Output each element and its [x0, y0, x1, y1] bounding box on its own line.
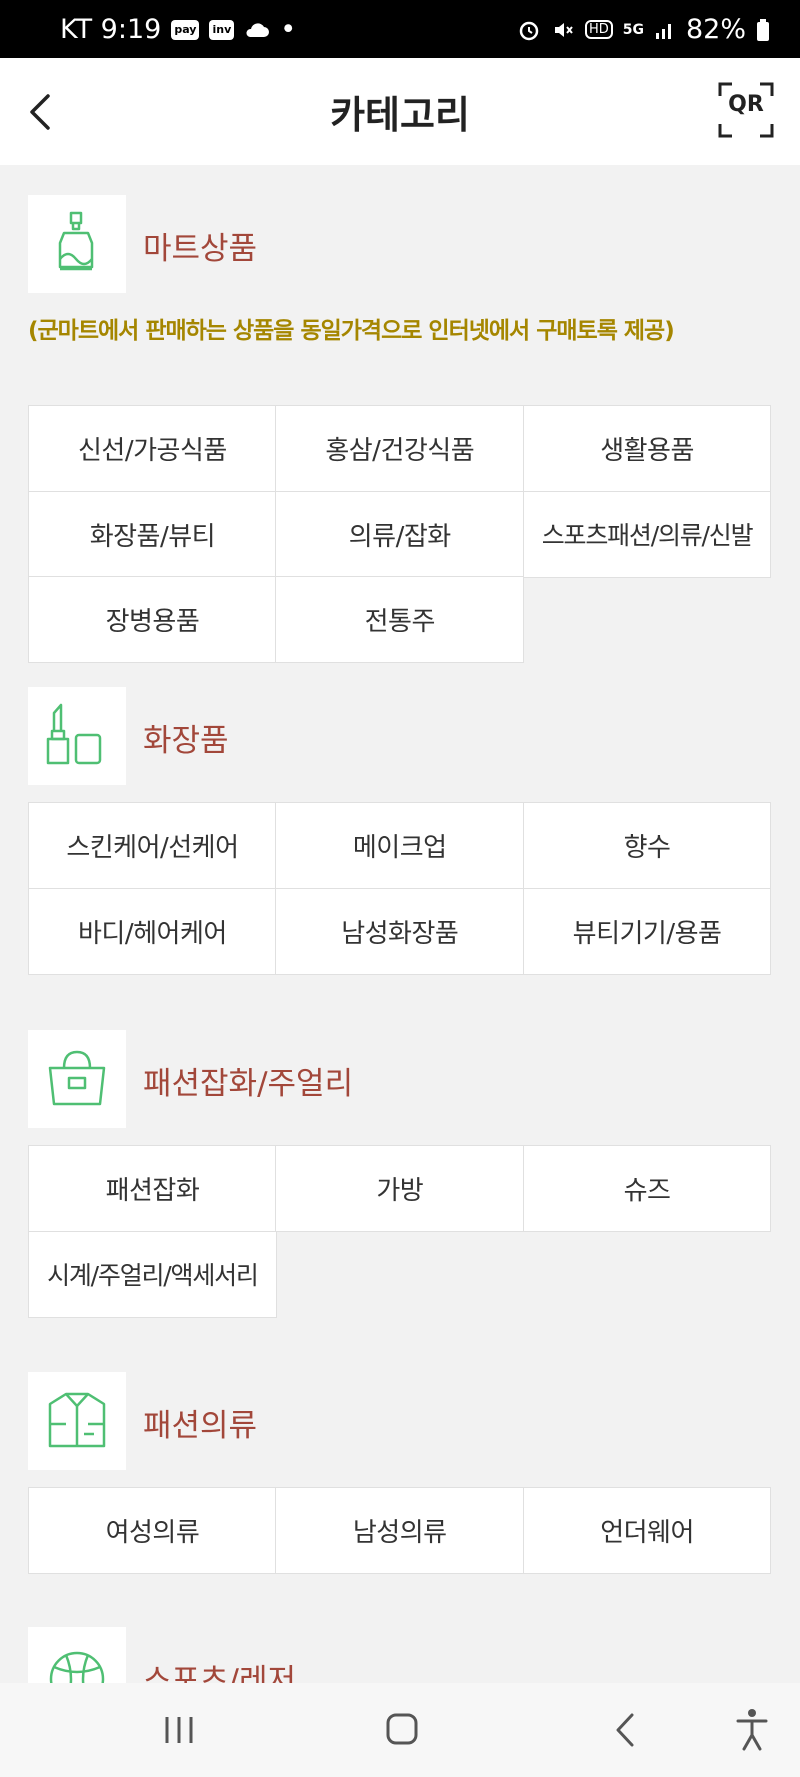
category-item[interactable]: 바디/헤어케어 — [28, 887, 277, 975]
section-title: 패션의류 — [143, 1408, 258, 1444]
category-grid: 신선/가공식품 홍삼/건강식품 생활용품 화장품/뷰티 의류/잡화 스포츠패션/… — [28, 405, 772, 663]
shirt-icon — [28, 1372, 126, 1470]
category-grid: 여성의류 남성의류 언더웨어 — [28, 1487, 772, 1574]
category-item[interactable]: 남성화장품 — [275, 887, 525, 975]
category-item[interactable]: 시계/주얼리/액세서리 — [28, 1230, 277, 1318]
carrier-time: KT 9:19 — [60, 14, 162, 45]
category-item[interactable]: 여성의류 — [28, 1487, 277, 1574]
category-item[interactable]: 메이크업 — [275, 802, 525, 889]
battery-percent: 82% — [685, 14, 746, 45]
handbag-icon — [28, 1030, 126, 1128]
category-item[interactable]: 향수 — [522, 802, 772, 889]
category-item[interactable]: 스킨케어/선케어 — [28, 802, 277, 889]
category-item[interactable]: 전통주 — [275, 576, 525, 663]
cosmetics-icon — [28, 687, 126, 785]
recent-apps-button[interactable] — [149, 1703, 209, 1757]
category-item[interactable]: 패션잡화 — [28, 1145, 277, 1232]
category-list: 마트상품 (군마트에서 판매하는 상품을 동일가격으로 인터넷에서 구매토록 제… — [0, 165, 800, 1683]
sports-ball-icon — [28, 1627, 126, 1683]
page-title: 카테고리 — [330, 93, 470, 137]
mart-bottle-icon — [28, 195, 126, 293]
category-item[interactable]: 남성의류 — [275, 1487, 525, 1574]
inv-badge-icon: inv — [209, 19, 235, 40]
signal-icon — [655, 23, 671, 39]
category-item[interactable]: 가방 — [275, 1145, 525, 1232]
recent-apps-icon — [165, 1717, 193, 1743]
qr-scan-button[interactable]: QR — [718, 82, 774, 138]
category-grid: 스킨케어/선케어 메이크업 향수 바디/헤어케어 남성화장품 뷰티기기/용품 — [28, 802, 772, 975]
home-button[interactable] — [372, 1703, 432, 1757]
accessibility-icon — [736, 1709, 768, 1751]
hd-icon: HD — [584, 20, 613, 39]
category-item[interactable]: 스포츠패션/의류/신발 — [522, 490, 772, 578]
category-item[interactable]: 장병용품 — [28, 576, 277, 663]
category-item[interactable]: 언더웨어 — [522, 1487, 772, 1574]
alarm-icon — [519, 21, 539, 40]
category-item[interactable]: 화장품/뷰티 — [28, 490, 277, 578]
home-icon — [386, 1713, 418, 1745]
network-5g-icon: 5G — [622, 21, 644, 38]
section-title: 마트상품 — [143, 231, 258, 267]
category-grid: 패션잡화 가방 슈즈 시계/주얼리/액세서리 — [28, 1145, 772, 1318]
category-item[interactable]: 생활용품 — [522, 405, 772, 492]
app-header: 카테고리 QR — [0, 58, 800, 165]
accessibility-button[interactable] — [722, 1703, 782, 1757]
status-bar: KT 9:19 pay inv • HD 5G 82% — [0, 0, 800, 58]
notification-dot: • — [280, 14, 297, 45]
cloud-icon — [246, 22, 270, 37]
category-item[interactable]: 신선/가공식품 — [28, 405, 277, 492]
section-title: 스포츠/레저 — [143, 1663, 297, 1683]
category-item[interactable]: 홍삼/건강식품 — [275, 405, 525, 492]
back-chevron-icon — [616, 1713, 634, 1747]
system-nav-bar — [0, 1683, 800, 1777]
mute-icon — [554, 22, 573, 37]
section-title: 패션잡화/주얼리 — [143, 1066, 354, 1102]
pay-badge-icon: pay — [171, 19, 200, 40]
category-item[interactable]: 슈즈 — [522, 1145, 772, 1232]
section-title: 화장품 — [143, 723, 229, 759]
battery-icon — [757, 18, 769, 41]
section-note: (군마트에서 판매하는 상품을 동일가격으로 인터넷에서 구매토록 제공) — [28, 318, 675, 344]
category-item[interactable]: 뷰티기기/용품 — [522, 887, 772, 975]
system-back-button[interactable] — [596, 1703, 656, 1757]
qr-label: QR — [728, 92, 764, 117]
category-item[interactable]: 의류/잡화 — [275, 490, 525, 578]
